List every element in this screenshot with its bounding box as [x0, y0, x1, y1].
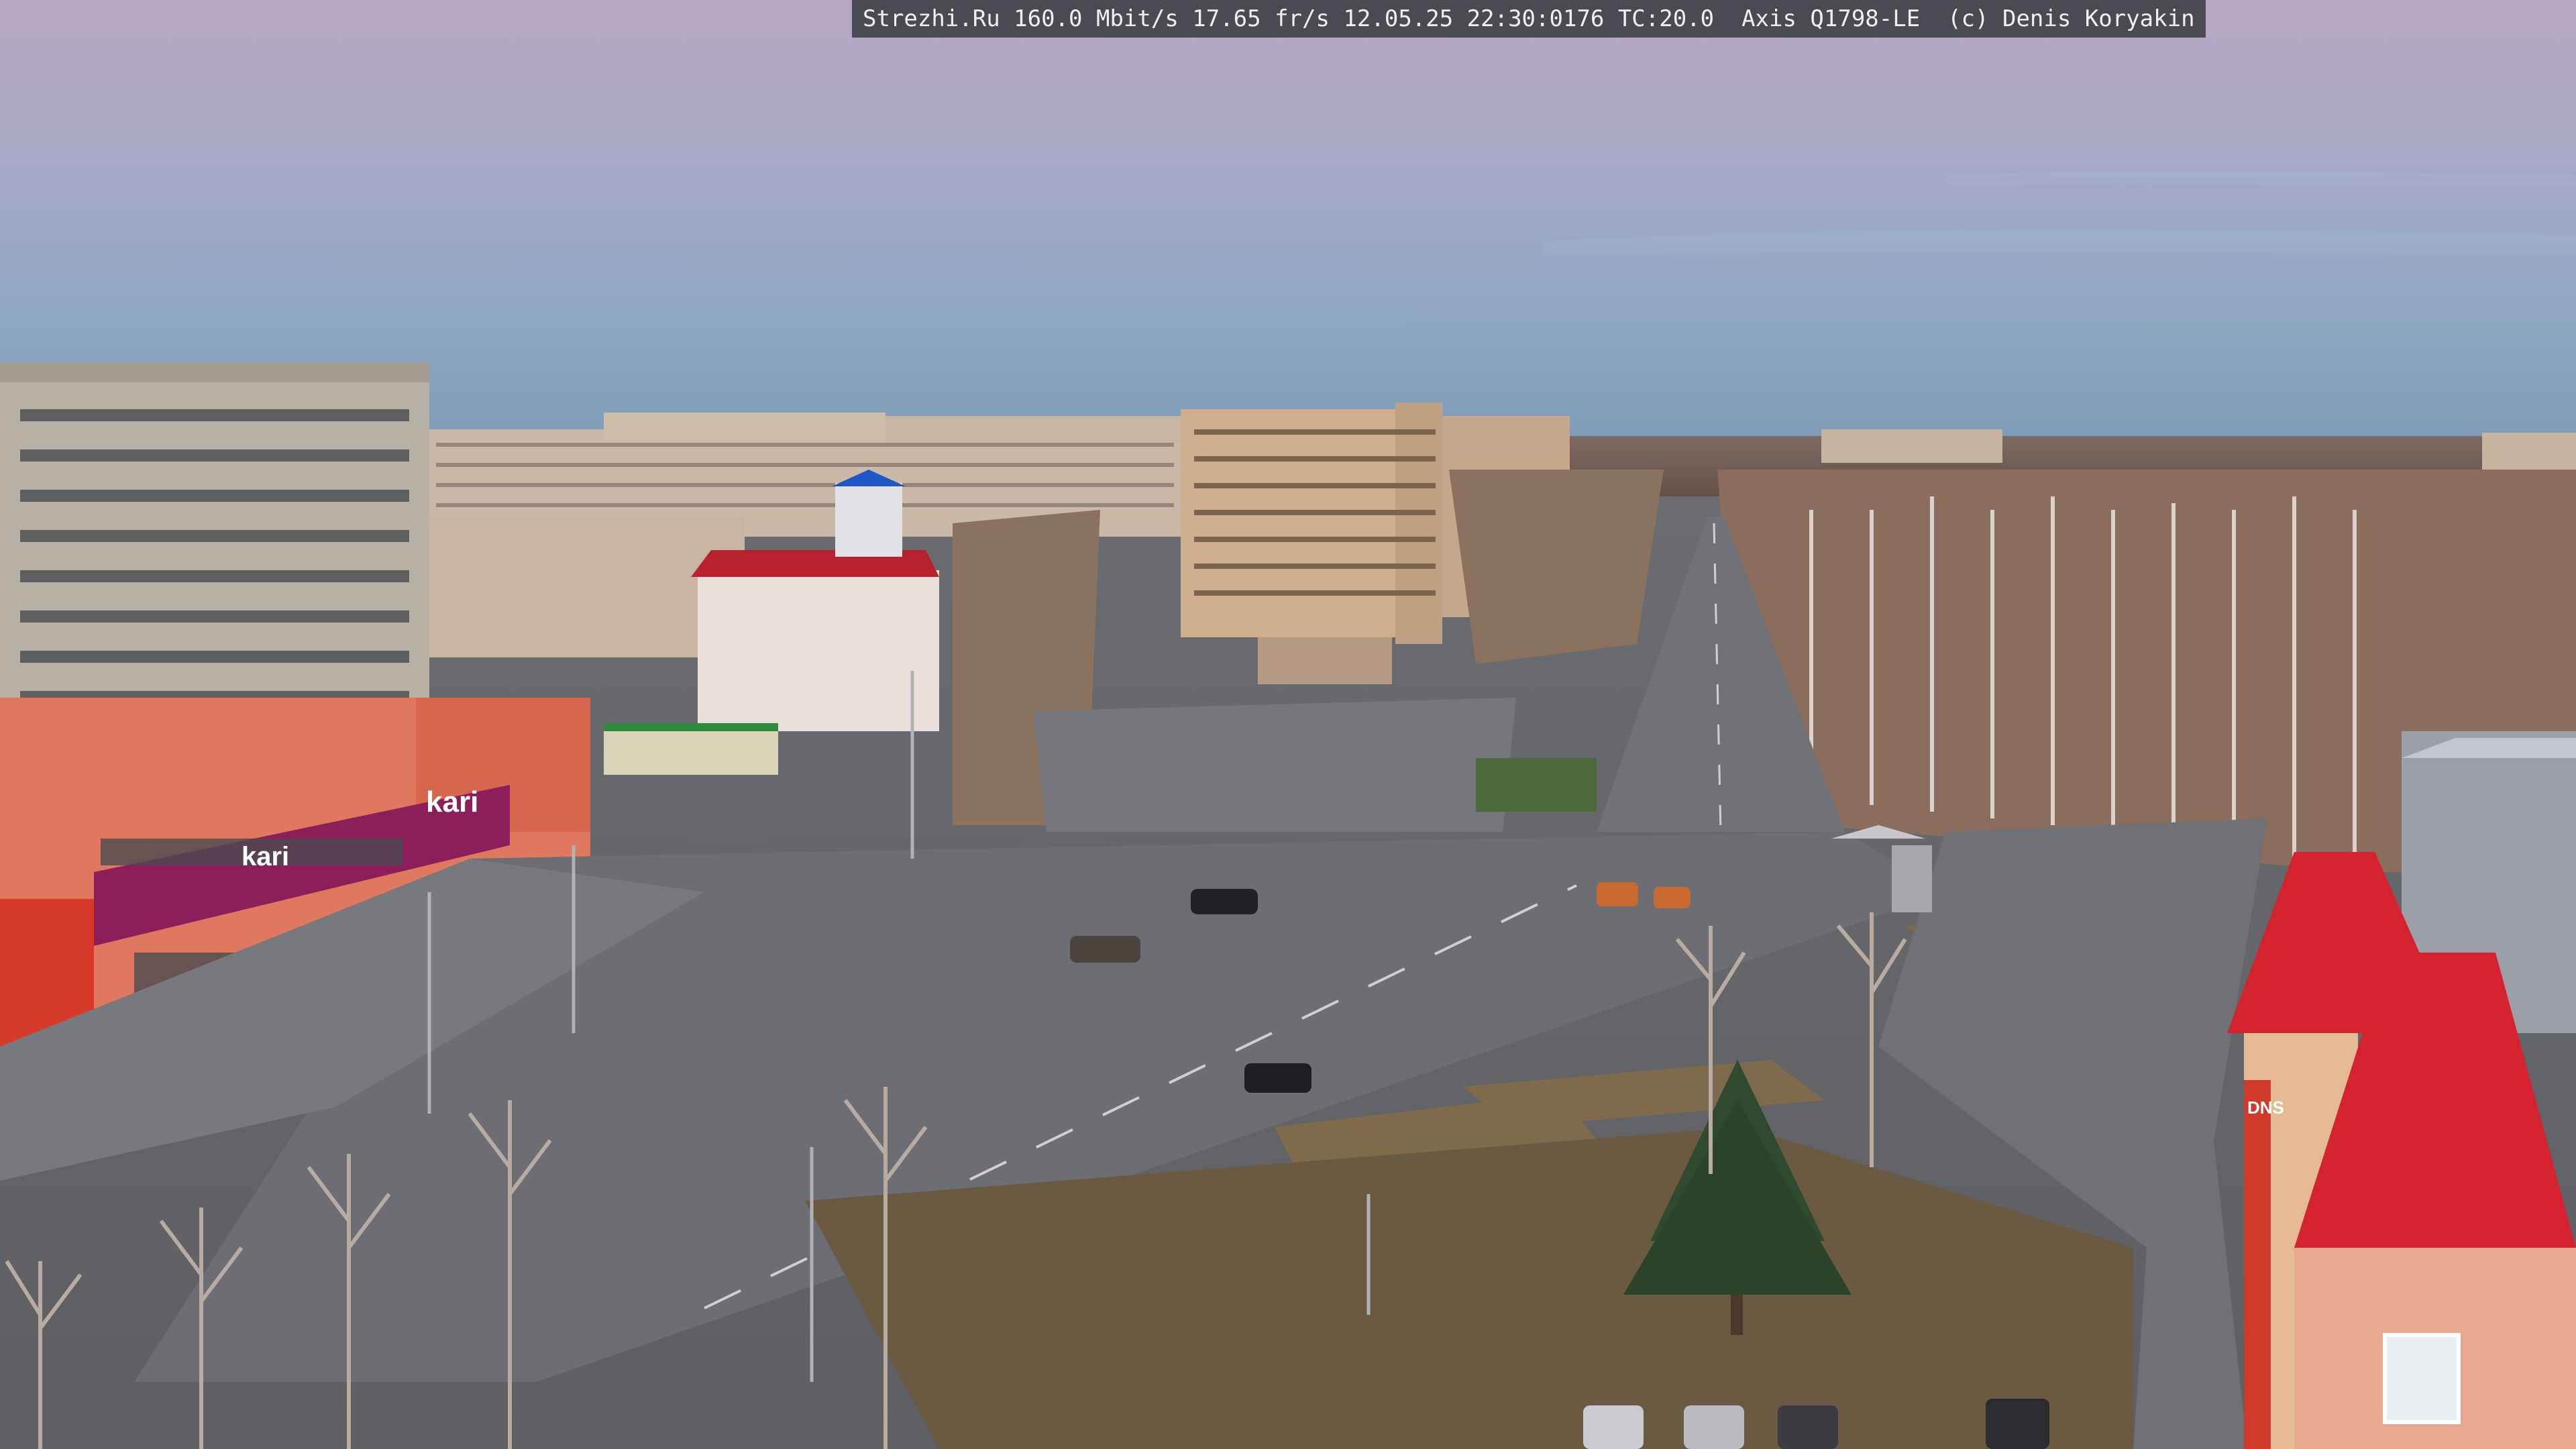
kari-sign-large: kari [426, 786, 478, 818]
kari-sign-small: kari [241, 842, 289, 871]
dns-sign: DNS [2247, 1097, 2284, 1118]
central-plaza [1033, 698, 1516, 832]
camera-info-overlay: Strezhi.Ru 160.0 Mbit/s 17.65 fr/s 12.05… [852, 0, 2206, 38]
webcam-scene: kari kari DNS [0, 0, 2576, 1449]
